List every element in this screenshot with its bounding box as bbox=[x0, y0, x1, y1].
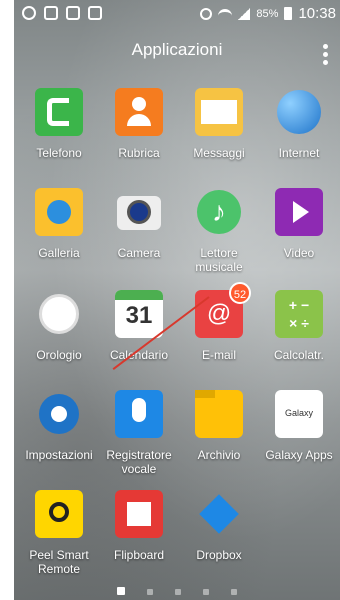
app-label: Galaxy Apps bbox=[265, 448, 333, 462]
calendar-app-icon: 31 bbox=[115, 290, 163, 338]
galaxy-store-icon: Galaxy bbox=[275, 390, 323, 438]
app-label: Lettore musicale bbox=[195, 246, 243, 274]
app-lettore-musicale[interactable]: Lettore musicale bbox=[179, 188, 259, 274]
remote-icon bbox=[35, 490, 83, 538]
galaxy-icon-text: Galaxy bbox=[284, 408, 313, 418]
flipboard-icon bbox=[115, 490, 163, 538]
app-rubrica[interactable]: Rubrica bbox=[99, 88, 179, 160]
page-dot[interactable] bbox=[147, 589, 153, 595]
page-dot[interactable] bbox=[203, 589, 209, 595]
screenshot-icon bbox=[44, 6, 58, 20]
app-camera[interactable]: Camera bbox=[99, 188, 179, 260]
status-time: 10:38 bbox=[298, 5, 336, 22]
clock-icon bbox=[35, 290, 83, 338]
phone-icon bbox=[35, 88, 83, 136]
gear-icon bbox=[35, 390, 83, 438]
calendar-date: 31 bbox=[125, 302, 153, 329]
globe-icon bbox=[275, 88, 323, 136]
app-label: Messaggi bbox=[193, 146, 245, 160]
app-email[interactable]: 52 E-mail bbox=[179, 282, 259, 362]
app-label: E-mail bbox=[201, 348, 236, 362]
whatsapp-icon bbox=[22, 6, 36, 20]
app-internet[interactable]: Internet bbox=[259, 88, 339, 160]
app-label: Flipboard bbox=[113, 548, 165, 562]
app-label: Impostazioni bbox=[25, 448, 93, 462]
app-peel-smart-remote[interactable]: Peel Smart Remote bbox=[19, 490, 99, 576]
microphone-icon bbox=[115, 390, 163, 438]
app-label: Calcolatr. bbox=[273, 348, 325, 362]
contacts-icon bbox=[115, 88, 163, 136]
app-flipboard[interactable]: Flipboard bbox=[99, 490, 179, 562]
app-galaxy-apps[interactable]: Galaxy Galaxy Apps bbox=[259, 390, 339, 462]
app-label: Video bbox=[283, 246, 315, 260]
gallery-icon bbox=[35, 188, 83, 236]
app-impostazioni[interactable]: Impostazioni bbox=[19, 390, 99, 462]
app-label: Telefono bbox=[36, 146, 82, 160]
page-dot[interactable] bbox=[117, 587, 125, 595]
app-label: Archivio bbox=[197, 448, 241, 462]
page-dot[interactable] bbox=[231, 589, 237, 595]
app-label: Rubrica bbox=[118, 146, 160, 160]
music-note-icon bbox=[195, 188, 243, 236]
app-label: Orologio bbox=[36, 348, 82, 362]
battery-percent: 85% bbox=[256, 7, 279, 20]
dropbox-icon bbox=[195, 490, 243, 538]
wifi-icon bbox=[218, 8, 233, 19]
app-label: Registratore vocale bbox=[106, 448, 172, 476]
app-archivio[interactable]: Archivio bbox=[179, 390, 259, 462]
signal-icon bbox=[238, 7, 251, 20]
app-messaggi[interactable]: Messaggi bbox=[179, 88, 259, 160]
app-calcolatrice[interactable]: Calcolatr. bbox=[259, 290, 339, 362]
app-galleria[interactable]: Galleria bbox=[19, 188, 99, 260]
app-label: Galleria bbox=[38, 246, 80, 260]
messages-icon bbox=[195, 88, 243, 136]
app-orologio[interactable]: Orologio bbox=[19, 290, 99, 362]
notification-badge: 52 bbox=[229, 282, 251, 304]
status-bar: 85% 10:38 bbox=[14, 0, 340, 28]
page-dot[interactable] bbox=[175, 589, 181, 595]
overflow-menu-icon[interactable] bbox=[323, 44, 328, 68]
alarm-icon bbox=[200, 7, 213, 20]
home-screen: 85% 10:38 Applicazioni Telefono Rubrica … bbox=[14, 0, 340, 600]
page-indicator[interactable] bbox=[14, 582, 340, 600]
app-telefono[interactable]: Telefono bbox=[19, 88, 99, 160]
app-video[interactable]: Video bbox=[259, 188, 339, 260]
battery-icon bbox=[284, 7, 293, 20]
app-label: Camera bbox=[117, 246, 161, 260]
app-label: Peel Smart Remote bbox=[29, 548, 89, 576]
calculator-icon bbox=[275, 290, 323, 338]
app-label: Internet bbox=[278, 146, 320, 160]
play-icon bbox=[275, 188, 323, 236]
system-icons: 85% 10:38 bbox=[200, 5, 336, 22]
calendar-icon bbox=[88, 6, 102, 20]
email-icon: 52 bbox=[195, 282, 251, 338]
app-dropbox[interactable]: Dropbox bbox=[179, 490, 259, 562]
camera-icon bbox=[115, 188, 163, 236]
app-registratore-vocale[interactable]: Registratore vocale bbox=[99, 390, 179, 476]
folder-icon bbox=[195, 390, 243, 438]
notification-icons bbox=[22, 6, 102, 20]
mail-icon bbox=[66, 6, 80, 20]
app-label: Dropbox bbox=[196, 548, 242, 562]
page-title: Applicazioni bbox=[131, 40, 223, 59]
